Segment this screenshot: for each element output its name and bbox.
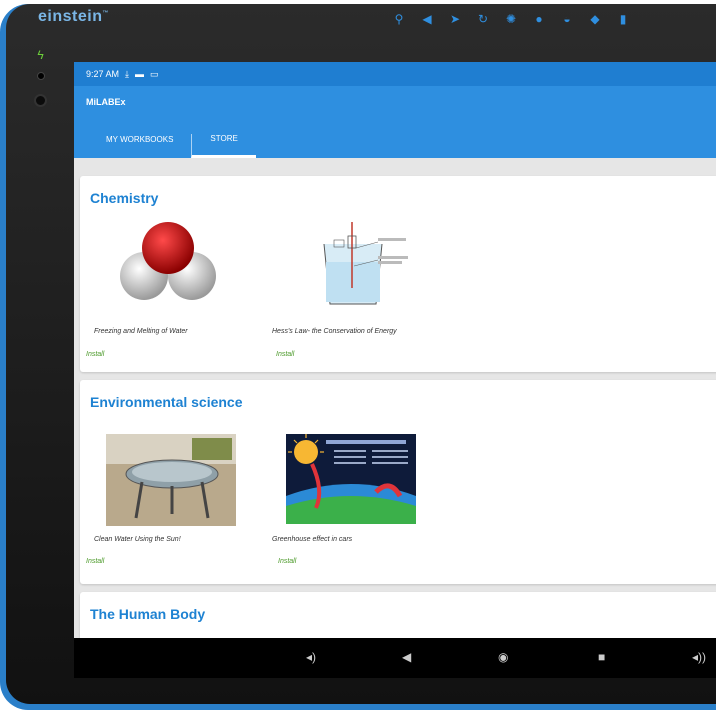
volume-down-icon[interactable]: ◂) bbox=[306, 650, 316, 664]
beaker-diagram-image bbox=[316, 218, 416, 312]
temperature-probe-icon: ● bbox=[535, 12, 543, 26]
rotation-icon: ↻ bbox=[477, 12, 489, 26]
card-icon: ▭ bbox=[150, 68, 159, 79]
sound-icon: ◀ bbox=[422, 12, 432, 26]
greenhouse-poster-image bbox=[286, 434, 416, 524]
brand-logo: einstein™ bbox=[38, 8, 109, 25]
workbook-title: Clean Water Using the Sun! bbox=[94, 536, 181, 543]
sensor-icon: ⚲ bbox=[394, 12, 404, 26]
workbook-item[interactable]: Freezing and Melting of Water Install bbox=[86, 216, 274, 366]
status-time: 9:27 AM bbox=[86, 69, 120, 79]
back-icon[interactable]: ◀ bbox=[402, 650, 411, 664]
tab-bar: MY WORKBOOKS STORE bbox=[74, 118, 716, 158]
charging-icon: ϟ bbox=[37, 48, 44, 62]
download-icon: ⤓ bbox=[125, 68, 130, 79]
workbook-item[interactable]: Clean Water Using the Sun! Install bbox=[86, 420, 274, 570]
pressure-icon: ◒ bbox=[563, 12, 571, 26]
install-link[interactable]: Install bbox=[86, 558, 104, 565]
home-icon[interactable]: ◉ bbox=[498, 650, 508, 664]
app-bar: MiLABEx bbox=[74, 86, 716, 118]
volume-up-icon[interactable]: ◂)) bbox=[692, 650, 706, 664]
section-card-environmental-science: Environmental science Clean Water Using … bbox=[80, 380, 716, 584]
workbook-title: Greenhouse effect in cars bbox=[272, 536, 353, 543]
tab-store[interactable]: STORE bbox=[191, 134, 256, 158]
section-title: The Human Body bbox=[90, 606, 206, 622]
indicator-led bbox=[36, 72, 45, 80]
install-link[interactable]: Install bbox=[86, 351, 104, 358]
screen: 9:27 AM ⤓ ▬ ▭ MiLABEx MY WORKBOOKS STORE… bbox=[74, 62, 716, 638]
workbook-item[interactable]: Greenhouse effect in cars Install bbox=[272, 420, 452, 570]
status-bar: 9:27 AM ⤓ ▬ ▭ bbox=[74, 62, 716, 86]
install-link[interactable]: Install bbox=[278, 558, 296, 565]
sensor-icon-strip: ⚲ ◀ ➤ ↻ ✺ ● ◒ ◆ ▮ bbox=[392, 12, 630, 26]
section-title: Chemistry bbox=[90, 190, 159, 206]
workbook-title: Hess's Law- the Conservation of Energy bbox=[272, 328, 397, 335]
navigation-icon: ➤ bbox=[449, 12, 461, 26]
tab-my-workbooks[interactable]: MY WORKBOOKS bbox=[88, 135, 191, 158]
device-side-controls: ϟ bbox=[34, 48, 47, 107]
app-title: MiLABEx bbox=[86, 97, 126, 107]
section-card-chemistry: Chemistry Freezing and Melting of Water … bbox=[80, 176, 716, 372]
workbook-title: Freezing and Melting of Water bbox=[94, 328, 188, 335]
camera-icon bbox=[34, 94, 47, 107]
photo-icon: ▬ bbox=[135, 69, 145, 79]
workbook-item[interactable]: Hess's Law- the Conservation of Energy I… bbox=[272, 216, 452, 366]
water-molecule-image bbox=[120, 222, 216, 300]
recents-icon[interactable]: ■ bbox=[598, 650, 605, 664]
thermometer-icon: ▮ bbox=[619, 12, 627, 26]
section-card-human-body: The Human Body bbox=[80, 592, 716, 638]
solar-still-photo bbox=[106, 434, 236, 526]
humidity-icon: ◆ bbox=[590, 12, 600, 26]
section-title: Environmental science bbox=[90, 394, 243, 410]
install-link[interactable]: Install bbox=[276, 351, 294, 358]
system-navigation-bar: ◂) ◀ ◉ ■ ◂)) bbox=[74, 638, 716, 678]
light-icon: ✺ bbox=[505, 12, 517, 26]
